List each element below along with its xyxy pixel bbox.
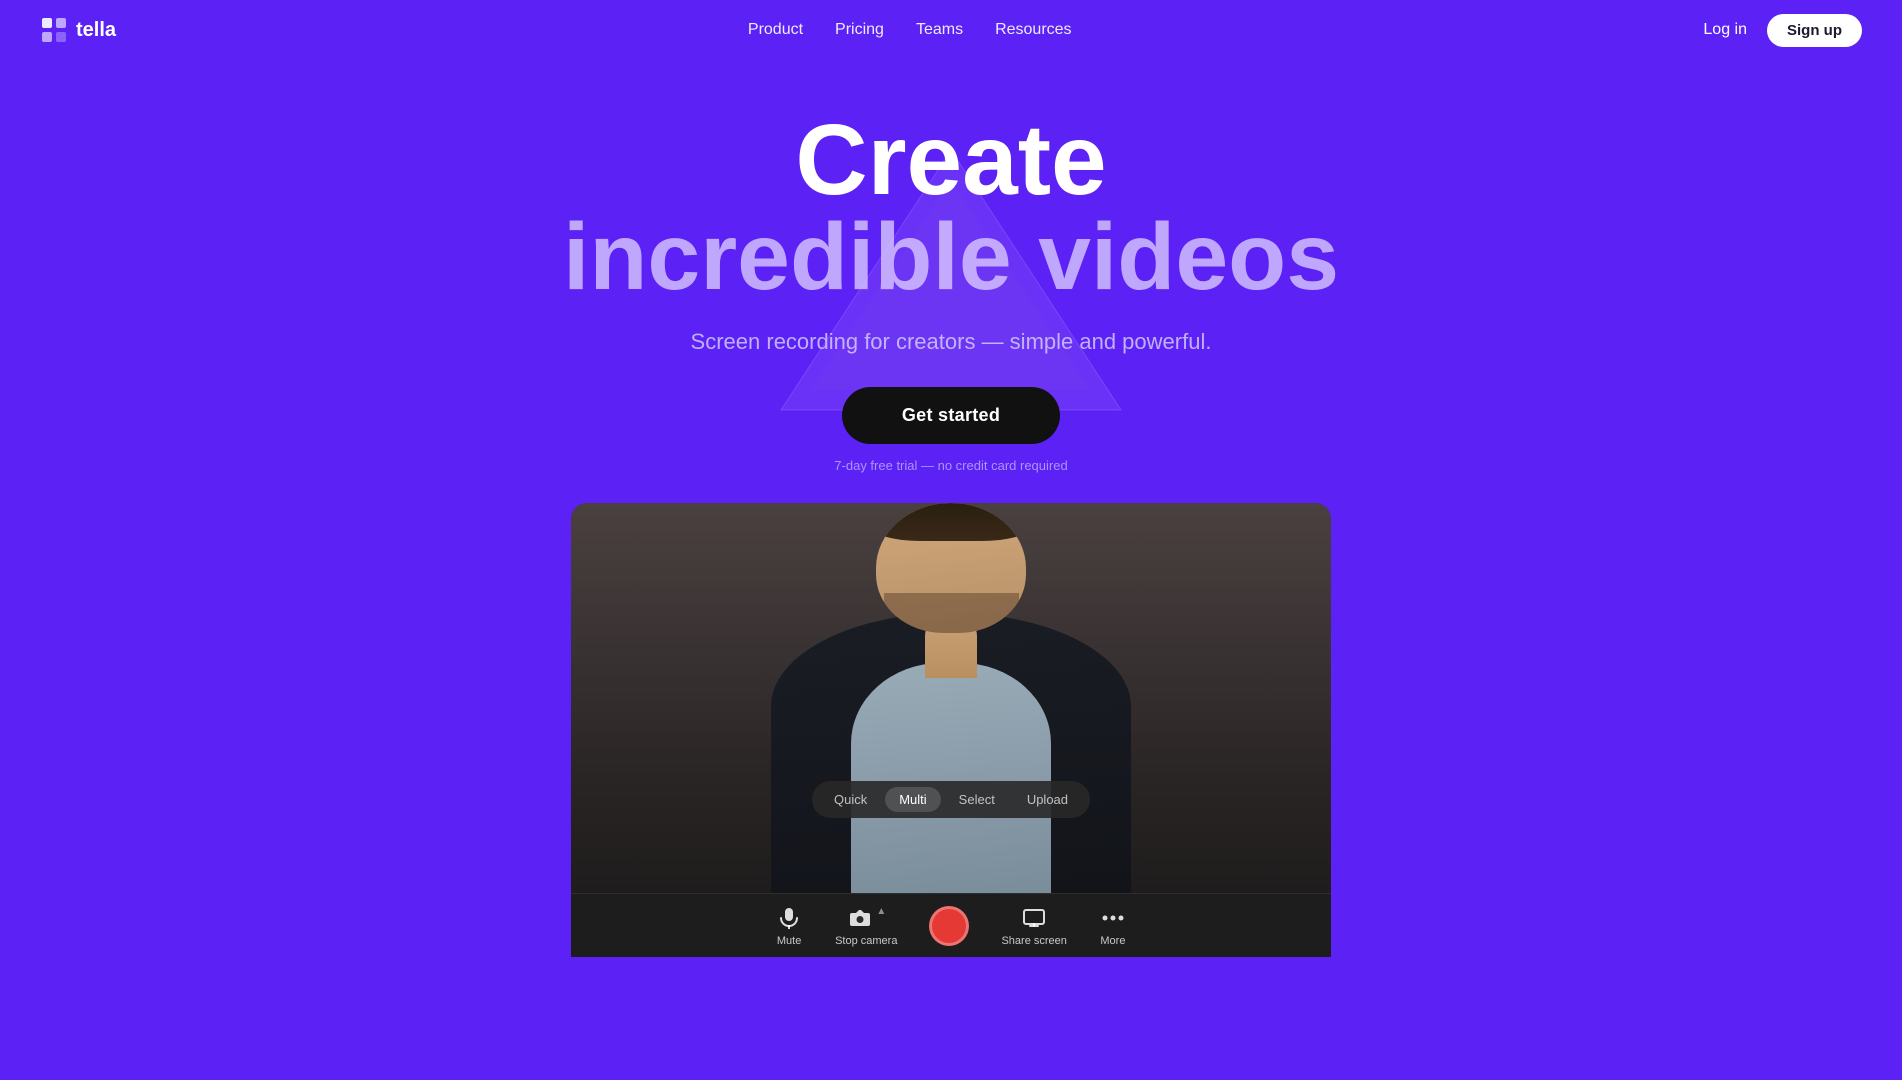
stop-camera-label: Stop camera [835,935,897,947]
hero-section: Create incredible videos Screen recordin… [0,60,1902,997]
get-started-button[interactable]: Get started [842,387,1060,444]
more-label: More [1100,935,1125,947]
nav-right: Log in Sign up [1703,14,1862,47]
head-shape [876,503,1026,633]
video-preview: Quick Multi Select Upload [571,503,1331,957]
more-icon [1099,904,1127,932]
nav-pricing[interactable]: Pricing [835,21,884,38]
mic-icon [775,904,803,932]
stop-camera-button[interactable]: ▲ Stop camera [835,904,897,947]
logo-icon [40,16,68,44]
record-button[interactable] [929,906,969,946]
nav-teams[interactable]: Teams [916,21,963,38]
hero-headline: Create incredible videos [20,110,1882,305]
shirt-shape [851,663,1051,893]
hero-trial-note: 7-day free trial — no credit card requir… [20,458,1882,473]
hair-shape [876,503,1026,541]
nav-resources[interactable]: Resources [995,21,1071,38]
camera-with-arrow: ▲ [846,904,886,932]
mute-button[interactable]: Mute [775,904,803,947]
video-container: Quick Multi Select Upload [571,503,1331,957]
share-screen-button[interactable]: Share screen [1001,904,1066,947]
headline-line2: incredible videos [20,210,1882,305]
screen-icon [1020,904,1048,932]
headline-line1: Create [20,110,1882,210]
nav-product[interactable]: Product [748,21,803,38]
brand-name: tella [76,19,116,42]
navbar: tella Product Pricing Teams Resources Lo… [0,0,1902,60]
mute-with-arrow [775,904,803,932]
mute-label: Mute [777,935,801,947]
camera-arrow-icon: ▲ [876,906,886,917]
record-indicator [942,919,956,933]
tab-quick[interactable]: Quick [820,787,881,812]
nav-links: Product Pricing Teams Resources [748,21,1072,39]
signup-button[interactable]: Sign up [1767,14,1862,47]
video-toolbar: Mute ▲ Stop camera [571,893,1331,957]
tab-upload[interactable]: Upload [1013,787,1082,812]
more-button[interactable]: More [1099,904,1127,947]
video-screen: Quick Multi Select Upload [571,503,1331,893]
camera-icon [846,904,874,932]
person-figure [761,523,1141,893]
beard-shape [884,593,1019,633]
hero-subtitle: Screen recording for creators — simple a… [20,329,1882,355]
tab-select[interactable]: Select [945,787,1009,812]
logo-link[interactable]: tella [40,16,116,44]
hero-cta: Get started [20,387,1882,444]
login-link[interactable]: Log in [1703,21,1747,39]
tab-multi[interactable]: Multi [885,787,940,812]
camera-tabs: Quick Multi Select Upload [812,781,1090,818]
share-screen-label: Share screen [1001,935,1066,947]
